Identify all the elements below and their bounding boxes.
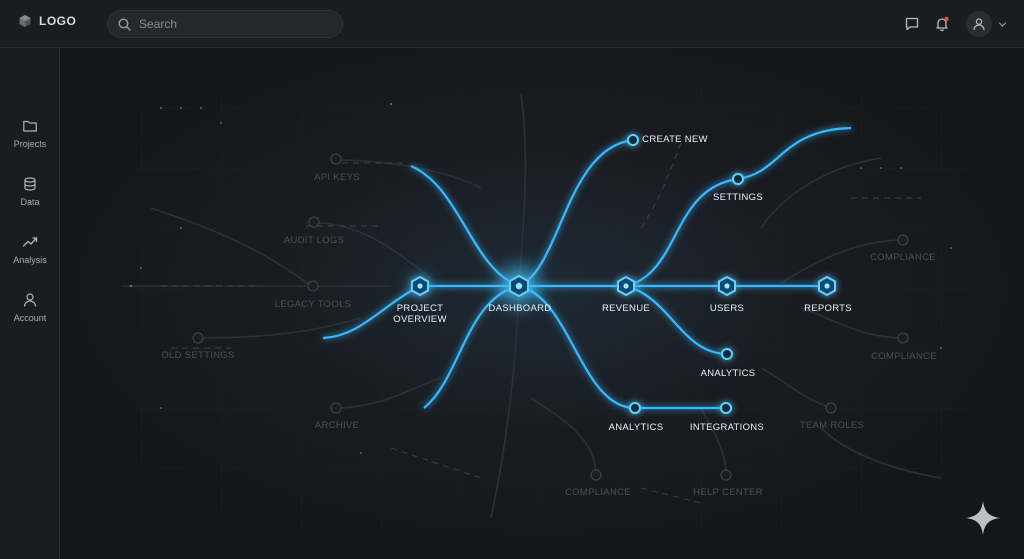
sidebar-item-label: Analysis <box>13 255 47 265</box>
sparkle-icon[interactable] <box>965 500 1001 536</box>
node-analytics-right <box>721 348 733 360</box>
sidebar-item-label: Account <box>13 313 47 323</box>
label-legacy-tools: LEGACY TOOLS <box>274 299 352 310</box>
avatar[interactable] <box>966 11 992 37</box>
node-settings <box>732 173 744 185</box>
chat-icon <box>905 17 919 31</box>
sidebar-item-label: Data <box>20 197 40 207</box>
faded-node-archive <box>330 402 342 414</box>
label-users[interactable]: USERS <box>710 303 744 314</box>
sidebar-item-label: Projects <box>13 139 47 149</box>
faded-node-compliance-top <box>897 234 909 246</box>
label-compliance-top: COMPLIANCE <box>870 252 936 263</box>
sidebar: Projects Data Analysis Account <box>0 48 60 559</box>
label-archive: ARCHIVE <box>314 420 360 431</box>
search-input[interactable] <box>139 17 319 31</box>
user-icon <box>973 18 985 31</box>
chevron-down-icon[interactable] <box>998 20 1007 29</box>
label-analytics-bottom[interactable]: ANALYTICS <box>609 422 664 433</box>
search-icon <box>118 17 131 31</box>
notifications-button[interactable] <box>931 13 953 35</box>
account-menu[interactable] <box>966 11 1007 37</box>
node-create-new <box>627 134 639 146</box>
faded-node-help-center <box>720 469 732 481</box>
label-api-keys: API KEYS <box>314 172 360 183</box>
trend-icon <box>22 237 38 247</box>
faded-node-api-keys <box>330 153 342 165</box>
faded-node-legacy-tools <box>307 280 319 292</box>
sidebar-item-account[interactable]: Account <box>0 292 60 323</box>
database-icon <box>24 177 36 191</box>
notification-dot <box>944 16 949 22</box>
folder-icon <box>23 120 37 132</box>
label-dashboard[interactable]: DASHBOARD <box>489 303 552 314</box>
user-icon <box>23 293 37 307</box>
node-analytics-bottom <box>629 402 641 414</box>
workflow-map: PROJECT OVERVIEW DASHBOARD REVENUE USERS … <box>61 48 1024 559</box>
label-project-overview[interactable]: PROJECT OVERVIEW <box>393 303 446 325</box>
label-reports[interactable]: REPORTS <box>804 303 852 314</box>
cube-icon <box>19 15 31 27</box>
sidebar-item-projects[interactable]: Projects <box>0 118 60 149</box>
label-compliance-bottom: COMPLIANCE <box>565 487 631 498</box>
label-analytics-right[interactable]: ANALYTICS <box>701 368 756 379</box>
bell-icon <box>936 16 949 32</box>
faded-node-old-settings <box>192 332 204 344</box>
node-integrations <box>720 402 732 414</box>
top-bar: LOGO <box>0 0 1024 48</box>
logo-text: LOGO <box>39 14 77 28</box>
label-settings[interactable]: SETTINGS <box>713 192 763 203</box>
label-revenue[interactable]: REVENUE <box>602 303 650 314</box>
faded-node-compliance-mid <box>897 332 909 344</box>
label-old-settings: OLD SETTINGS <box>161 350 235 361</box>
label-team-roles: TEAM ROLES <box>799 420 865 431</box>
label-compliance-mid: COMPLIANCE <box>871 351 937 362</box>
faded-node-audit-logs <box>308 216 320 228</box>
faded-node-team-roles <box>825 402 837 414</box>
faded-node-compliance-bottom <box>590 469 602 481</box>
sidebar-item-analysis[interactable]: Analysis <box>0 234 60 265</box>
label-help-center: HELP CENTER <box>693 487 763 498</box>
sidebar-item-data[interactable]: Data <box>0 176 60 207</box>
label-create-new[interactable]: CREATE NEW <box>642 134 708 145</box>
label-audit-logs: AUDIT LOGS <box>283 235 345 246</box>
search-bar[interactable] <box>107 10 343 38</box>
label-integrations[interactable]: INTEGRATIONS <box>690 422 764 433</box>
messages-button[interactable] <box>901 13 923 35</box>
logo[interactable]: LOGO <box>18 14 76 28</box>
